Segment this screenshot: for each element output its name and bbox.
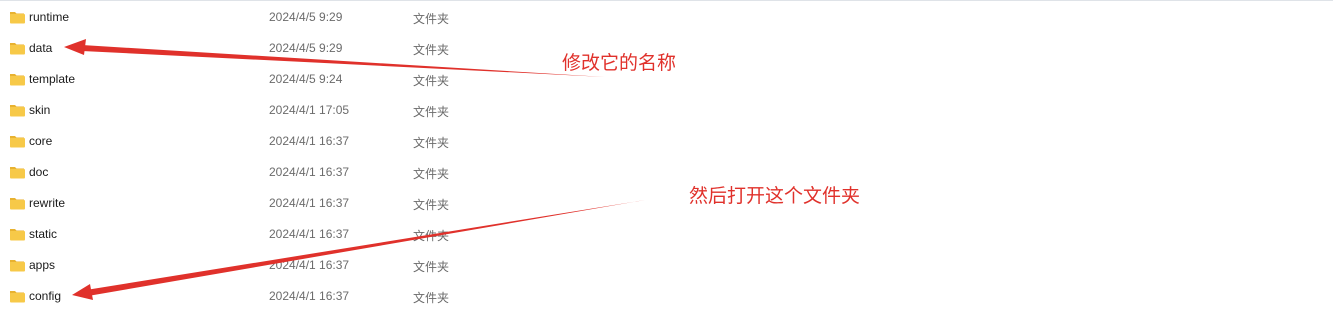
file-name: skin: [29, 103, 51, 117]
file-type: 文件夹: [413, 12, 450, 26]
file-modified-date: 2024/4/1 16:37: [269, 134, 350, 148]
file-row-doc[interactable]: doc 2024/4/1 16:37 文件夹: [0, 157, 1333, 188]
folder-icon: [10, 105, 25, 117]
file-type: 文件夹: [413, 43, 450, 57]
file-modified-date: 2024/4/1 16:37: [269, 289, 350, 303]
file-name: rewrite: [29, 196, 66, 210]
folder-icon: [10, 136, 25, 148]
file-name: template: [29, 72, 76, 86]
file-name: core: [29, 134, 53, 148]
file-name: runtime: [29, 10, 70, 24]
file-modified-date: 2024/4/5 9:29: [269, 41, 343, 55]
file-modified-date: 2024/4/5 9:24: [269, 72, 343, 86]
open-folder-note: 然后打开这个文件夹: [689, 185, 861, 207]
folder-icon: [10, 167, 25, 179]
file-row-core[interactable]: core 2024/4/1 16:37 文件夹: [0, 126, 1333, 157]
file-name: static: [29, 227, 58, 241]
file-row-static[interactable]: static 2024/4/1 16:37 文件夹: [0, 219, 1333, 250]
file-type: 文件夹: [413, 105, 450, 119]
folder-icon: [10, 198, 25, 210]
file-type: 文件夹: [413, 74, 450, 88]
file-row-config[interactable]: config 2024/4/1 16:37 文件夹: [0, 281, 1333, 310]
file-type: 文件夹: [413, 136, 450, 150]
file-name: config: [29, 289, 62, 303]
file-modified-date: 2024/4/1 16:37: [269, 196, 350, 210]
file-row-apps[interactable]: apps 2024/4/1 16:37 文件夹: [0, 250, 1333, 281]
folder-icon: [10, 229, 25, 241]
folder-icon: [10, 12, 25, 24]
folder-icon: [10, 74, 25, 86]
folder-icon: [10, 43, 25, 55]
file-modified-date: 2024/4/1 16:37: [269, 165, 350, 179]
file-type: 文件夹: [413, 167, 450, 181]
folder-icon: [10, 291, 25, 303]
file-modified-date: 2024/4/1 16:37: [269, 258, 350, 272]
file-name: data: [29, 41, 53, 55]
file-explorer-view: runtime 2024/4/5 9:29 文件夹 data 2024/4/5 …: [0, 0, 1333, 310]
file-name: apps: [29, 258, 56, 272]
file-modified-date: 2024/4/5 9:29: [269, 10, 343, 24]
file-row-runtime[interactable]: runtime 2024/4/5 9:29 文件夹: [0, 2, 1333, 33]
file-modified-date: 2024/4/1 16:37: [269, 227, 350, 241]
file-type: 文件夹: [413, 229, 450, 243]
file-modified-date: 2024/4/1 17:05: [269, 103, 350, 117]
header-divider: [0, 0, 1333, 1]
file-row-skin[interactable]: skin 2024/4/1 17:05 文件夹: [0, 95, 1333, 126]
file-type: 文件夹: [413, 198, 450, 212]
file-name: doc: [29, 165, 49, 179]
file-row-rewrite[interactable]: rewrite 2024/4/1 16:37 文件夹: [0, 188, 1333, 219]
folder-icon: [10, 260, 25, 272]
file-type: 文件夹: [413, 260, 450, 274]
file-type: 文件夹: [413, 291, 450, 305]
rename-note: 修改它的名称: [562, 52, 677, 74]
